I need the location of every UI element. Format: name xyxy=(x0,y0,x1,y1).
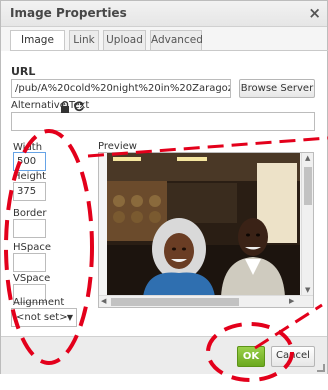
tab-link[interactable]: Link xyxy=(69,30,99,50)
hspace-input[interactable] xyxy=(13,253,46,272)
hspace-label: HSpace xyxy=(13,242,51,253)
height-input[interactable]: 375 xyxy=(13,182,46,201)
border-input[interactable] xyxy=(13,219,46,238)
browse-server-button[interactable]: Browse Server xyxy=(239,79,315,98)
scroll-arrow-icon[interactable]: ▶ xyxy=(289,297,294,305)
alignment-selected-value: <not set> xyxy=(16,312,68,323)
cancel-button[interactable]: Cancel xyxy=(271,346,315,367)
dropdown-caret-icon: ▼ xyxy=(66,313,73,322)
tab-advanced[interactable]: Advanced xyxy=(150,30,203,50)
preview-vertical-scrollbar[interactable]: ▲ ▼ xyxy=(301,153,313,297)
horizontal-scroll-thumb[interactable] xyxy=(111,298,239,306)
close-icon[interactable]: × xyxy=(308,4,321,22)
scroll-arrow-icon[interactable]: ▲ xyxy=(305,154,310,162)
lock-icon[interactable] xyxy=(60,101,70,113)
preview-horizontal-scrollbar[interactable]: ◀ ▶ xyxy=(99,295,313,307)
vertical-scroll-thumb[interactable] xyxy=(304,167,312,205)
alt-text-input[interactable] xyxy=(11,112,315,131)
preview-photo xyxy=(107,153,300,297)
border-label: Border xyxy=(13,208,47,219)
preview-label: Preview xyxy=(98,141,137,152)
dialog-footer: OK Cancel xyxy=(1,336,327,374)
scroll-arrow-icon[interactable]: ◀ xyxy=(101,297,106,305)
dialog-title: Image Properties xyxy=(10,6,127,20)
width-input[interactable]: 500 xyxy=(13,152,46,171)
url-input[interactable]: /pub/A%20cold%20night%20in%20Zaragoza%20… xyxy=(11,79,231,98)
vspace-label: VSpace xyxy=(13,273,51,284)
alignment-label: Alignment xyxy=(13,297,65,308)
reset-size-icon[interactable] xyxy=(73,100,85,112)
preview-box[interactable]: ▲ ▼ ◀ ▶ xyxy=(98,152,314,308)
height-label: Height xyxy=(13,171,47,182)
tab-image-info[interactable]: Image Info xyxy=(10,30,65,64)
alignment-select[interactable]: <not set> ▼ xyxy=(11,308,77,327)
image-properties-dialog: Image Properties × Image Info Link Uploa… xyxy=(0,0,328,374)
url-label: URL xyxy=(11,65,36,78)
resize-grip-icon[interactable] xyxy=(317,364,325,372)
dialog-titlebar[interactable]: Image Properties × xyxy=(1,1,327,27)
scroll-arrow-icon[interactable]: ▼ xyxy=(305,286,310,294)
ok-button[interactable]: OK xyxy=(237,346,265,367)
tab-upload[interactable]: Upload xyxy=(103,30,146,50)
